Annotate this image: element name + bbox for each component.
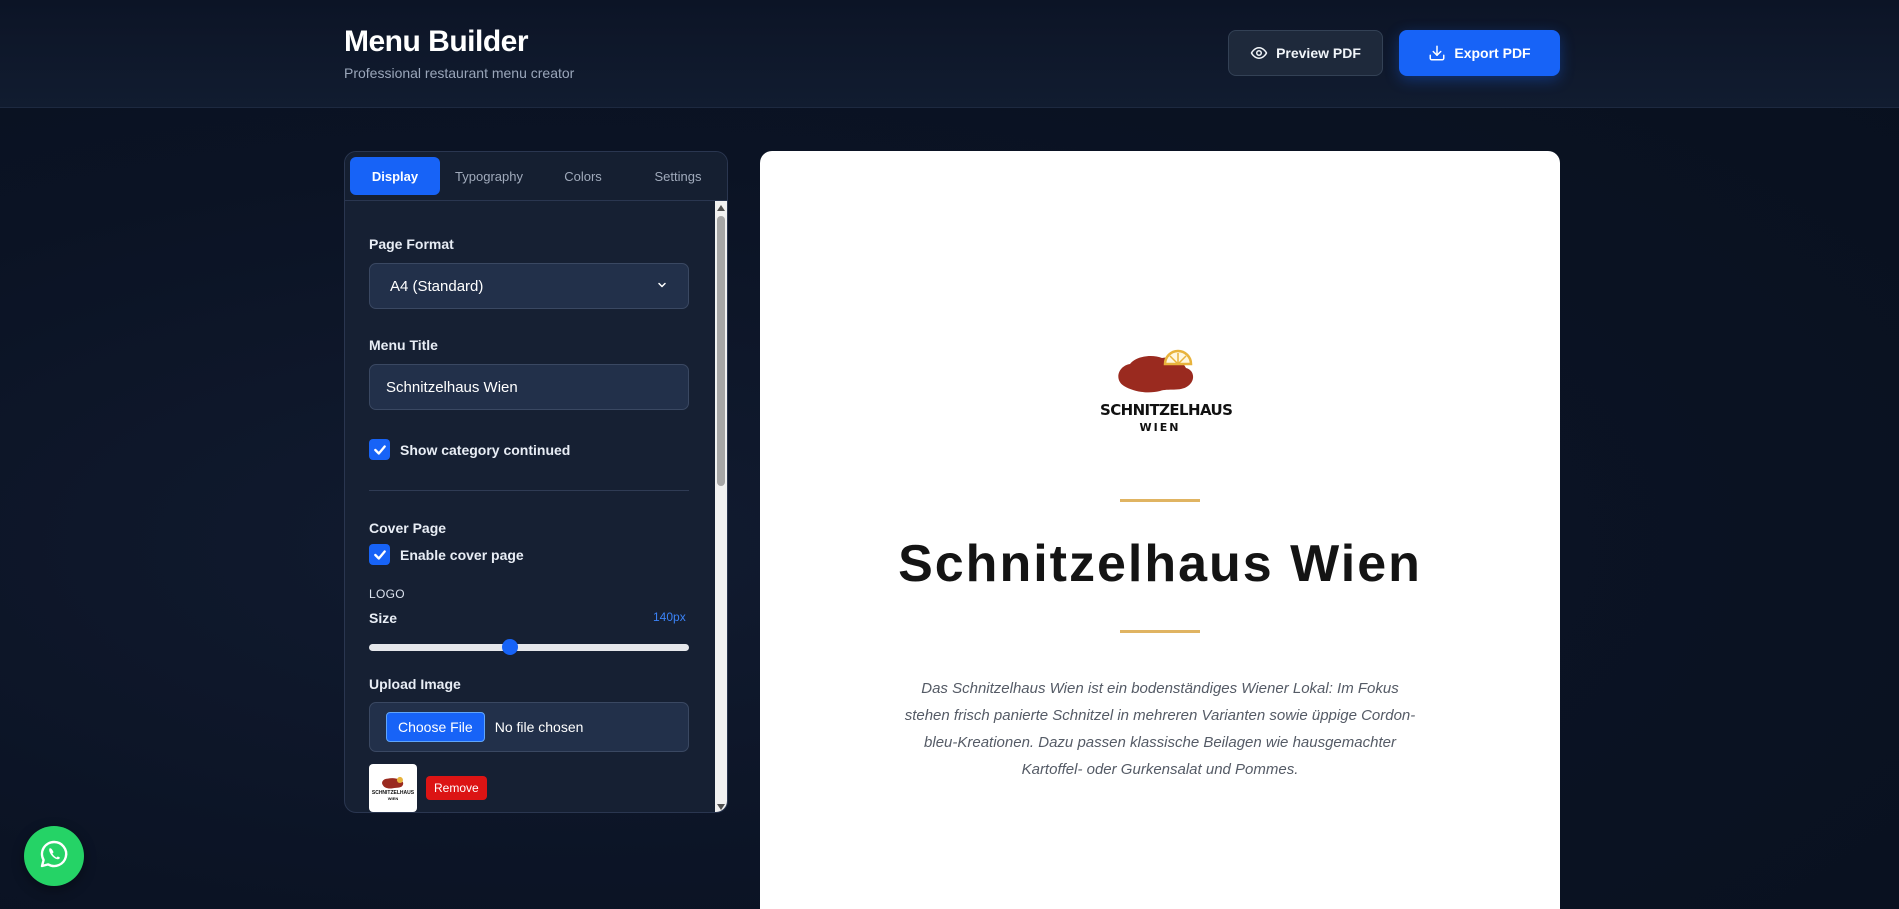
- app-header: Menu Builder Professional restaurant men…: [0, 0, 1899, 108]
- scroll-down-arrow-icon[interactable]: [717, 804, 725, 810]
- tab-colors[interactable]: Colors: [538, 157, 628, 195]
- panel-scrollbar[interactable]: [715, 201, 727, 812]
- no-file-label: No file chosen: [494, 719, 584, 735]
- enable-cover-page-row[interactable]: Enable cover page: [369, 544, 524, 565]
- export-pdf-label: Export PDF: [1454, 45, 1531, 61]
- logo-section-label: LOGO: [369, 587, 405, 601]
- schnitzel-logo-icon: [1118, 349, 1194, 393]
- menu-title-input[interactable]: Schnitzelhaus Wien: [369, 364, 689, 410]
- menu-preview-page: SCHNITZELHAUS WIEN Schnitzelhaus Wien Da…: [760, 151, 1560, 909]
- cover-page-label: Cover Page: [369, 520, 447, 536]
- logo-thumbnail: SCHNITZELHAUS WIEN: [369, 764, 417, 812]
- chevron-down-icon: [656, 278, 668, 295]
- scrollbar-thumb[interactable]: [717, 216, 725, 486]
- page-format-select[interactable]: A4 (Standard): [369, 263, 689, 309]
- logo-wordmark: SCHNITZELHAUS: [1100, 401, 1233, 419]
- size-label: Size: [369, 610, 398, 626]
- logo-sub-wordmark: WIEN: [1139, 421, 1181, 434]
- page-format-value: A4 (Standard): [390, 277, 484, 295]
- show-category-continued-label: Show category continued: [400, 441, 571, 458]
- eye-icon: [1250, 44, 1268, 62]
- title-divider-top: [1120, 499, 1200, 502]
- title-divider-bottom: [1120, 630, 1200, 633]
- whatsapp-chat-button[interactable]: [24, 826, 84, 886]
- enable-cover-page-label: Enable cover page: [400, 546, 524, 563]
- menu-description: Das Schnitzelhaus Wien ist ein bodenstän…: [904, 680, 1416, 778]
- whatsapp-icon: [38, 838, 70, 875]
- page-format-label: Page Format: [369, 236, 454, 252]
- show-category-continued-checkbox[interactable]: [369, 439, 390, 460]
- app-title: Menu Builder: [344, 25, 529, 58]
- tab-typography[interactable]: Typography: [444, 157, 534, 195]
- export-pdf-button[interactable]: Export PDF: [1399, 30, 1560, 76]
- upload-image-label: Upload Image: [369, 676, 461, 692]
- section-divider: [369, 490, 689, 491]
- app-subtitle: Professional restaurant menu creator: [344, 65, 575, 81]
- file-upload-field[interactable]: Choose File No file chosen: [369, 702, 689, 752]
- schnitzel-logo-icon: [382, 776, 404, 789]
- logo-thumbnail-sub: WIEN: [387, 795, 399, 801]
- enable-cover-page-checkbox[interactable]: [369, 544, 390, 565]
- menu-title: Schnitzelhaus Wien: [898, 535, 1422, 593]
- remove-logo-button[interactable]: Remove: [426, 776, 487, 800]
- download-icon: [1428, 44, 1446, 62]
- size-value: 140px: [653, 610, 686, 624]
- show-category-continued-row[interactable]: Show category continued: [369, 439, 570, 460]
- display-settings: Page Format A4 (Standard) Menu Title Sch…: [345, 201, 717, 812]
- tab-display[interactable]: Display: [350, 157, 440, 195]
- preview-pdf-button[interactable]: Preview PDF: [1228, 30, 1383, 76]
- size-slider[interactable]: [369, 639, 689, 655]
- menu-logo: SCHNITZELHAUS WIEN: [1100, 346, 1233, 441]
- settings-tabs: Display Typography Colors Settings: [345, 152, 727, 201]
- choose-file-button[interactable]: Choose File: [386, 712, 485, 742]
- scroll-up-arrow-icon[interactable]: [717, 205, 725, 211]
- preview-pdf-label: Preview PDF: [1276, 45, 1361, 61]
- menu-title-label: Menu Title: [369, 337, 438, 353]
- size-slider-thumb[interactable]: [501, 639, 518, 655]
- settings-panel: Display Typography Colors Settings Page …: [344, 151, 728, 813]
- tab-settings[interactable]: Settings: [633, 157, 723, 195]
